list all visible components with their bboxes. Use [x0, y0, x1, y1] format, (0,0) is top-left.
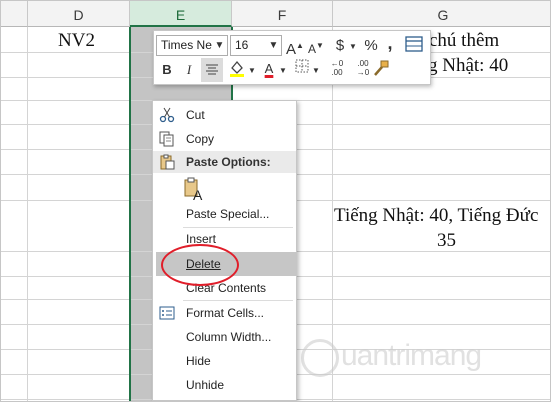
- table-format-icon: [405, 36, 423, 52]
- paint-bucket-icon: [230, 60, 244, 77]
- bold-button[interactable]: B: [158, 60, 176, 80]
- column-header-f[interactable]: F: [232, 1, 333, 27]
- align-center-button[interactable]: [201, 58, 223, 82]
- percent-icon: %: [364, 37, 378, 54]
- watermark-logo: [301, 339, 339, 377]
- column-header-e[interactable]: E: [130, 1, 232, 27]
- shrink-font-button[interactable]: A▼: [308, 36, 324, 56]
- scissors-icon: [159, 107, 175, 123]
- grow-font-button[interactable]: A▲: [286, 36, 304, 58]
- paste-option-keep-formatting[interactable]: A: [153, 175, 296, 203]
- paste-clipboard-icon: A: [183, 177, 205, 203]
- corner-header[interactable]: [1, 1, 28, 27]
- comma-style-button[interactable]: ,: [384, 33, 396, 53]
- menu-separator: [183, 300, 293, 301]
- spreadsheet-window: D E F G NV2 chú thêm g Nhật: 40 Tiếng Nh…: [0, 0, 551, 402]
- paste-options-header: Paste Options:: [153, 151, 296, 173]
- grow-font-icon: A: [286, 41, 297, 58]
- cell-g8[interactable]: Tiếng Nhật: 40, Tiếng Đức: [334, 205, 538, 227]
- currency-icon: $: [335, 37, 345, 54]
- format-cells-icon: [159, 305, 175, 321]
- chevron-down-icon[interactable]: ▼: [212, 36, 227, 55]
- menu-item-label: Column Width...: [186, 330, 272, 344]
- font-size-combo[interactable]: 16 ▼: [230, 35, 282, 56]
- chevron-down-icon[interactable]: ▼: [311, 61, 321, 81]
- menu-item-label: Paste Special...: [186, 207, 270, 221]
- percent-button[interactable]: %: [363, 36, 379, 56]
- column-header-d[interactable]: D: [28, 1, 130, 27]
- paintbrush-icon: [374, 60, 389, 76]
- align-center-icon: [206, 64, 218, 75]
- selection-border-left: [129, 27, 131, 401]
- highlight-oval: [161, 244, 239, 286]
- menu-item-unhide[interactable]: Unhide: [153, 374, 296, 396]
- chevron-down-icon[interactable]: ▼: [247, 61, 257, 81]
- menu-item-insert[interactable]: Insert: [153, 228, 296, 250]
- menu-item-column-width[interactable]: Column Width...: [153, 326, 296, 348]
- increase-decimal-icon: ←0 .00: [330, 59, 344, 77]
- menu-item-label: Hide: [186, 354, 211, 368]
- font-color-icon: A: [264, 61, 274, 76]
- cell-g9[interactable]: 35: [437, 230, 456, 252]
- copy-icon: [159, 131, 175, 147]
- menu-item-label: Format Cells...: [186, 306, 265, 320]
- font-name-value: Times Ne: [161, 38, 212, 52]
- gridline: [27, 27, 28, 401]
- chevron-down-icon[interactable]: ▼: [278, 61, 288, 81]
- menu-item-format-cells[interactable]: Format Cells...: [153, 302, 296, 324]
- decrease-decimal-icon: .00 →0: [356, 59, 370, 77]
- borders-icon: [295, 59, 309, 73]
- mini-toolbar: Times Ne ▼ 16 ▼ A▲ A▼ $ ▼ % , B I ▼ A ▼ …: [153, 30, 431, 85]
- fill-color-button[interactable]: [226, 59, 248, 79]
- bold-icon: B: [162, 62, 172, 77]
- italic-icon: I: [186, 62, 192, 77]
- clipboard-icon: [159, 154, 175, 170]
- italic-button[interactable]: I: [180, 60, 198, 80]
- menu-item-label: Cut: [186, 108, 205, 122]
- font-name-combo[interactable]: Times Ne ▼: [156, 35, 228, 56]
- shrink-font-icon: A: [308, 42, 317, 56]
- chevron-down-icon[interactable]: ▼: [348, 37, 358, 57]
- borders-button[interactable]: [292, 59, 312, 79]
- svg-text:A: A: [193, 187, 203, 201]
- font-color-button[interactable]: A: [260, 59, 278, 79]
- menu-item-label: Copy: [186, 132, 215, 146]
- menu-item-label: Paste Options:: [186, 155, 271, 169]
- watermark-text: uantrimang: [341, 339, 482, 372]
- cell-g2[interactable]: g Nhật: 40: [428, 55, 508, 77]
- menu-item-copy[interactable]: Copy: [153, 128, 296, 150]
- format-painter-table-button[interactable]: [404, 36, 424, 56]
- format-painter-button[interactable]: [370, 59, 392, 79]
- comma-icon: ,: [387, 33, 393, 53]
- currency-button[interactable]: $: [332, 36, 348, 56]
- menu-item-label: Unhide: [186, 378, 225, 392]
- cell-g1[interactable]: chú thêm: [429, 30, 499, 52]
- chevron-down-icon[interactable]: ▼: [266, 36, 281, 55]
- menu-item-cut[interactable]: Cut: [153, 104, 296, 126]
- menu-item-paste-special[interactable]: Paste Special...: [153, 203, 296, 225]
- cell-d1[interactable]: NV2: [58, 30, 95, 52]
- column-header-g[interactable]: G: [333, 1, 550, 27]
- font-size-value: 16: [235, 38, 249, 52]
- increase-decimal-button[interactable]: ←0 .00: [325, 59, 349, 79]
- menu-item-hide[interactable]: Hide: [153, 350, 296, 372]
